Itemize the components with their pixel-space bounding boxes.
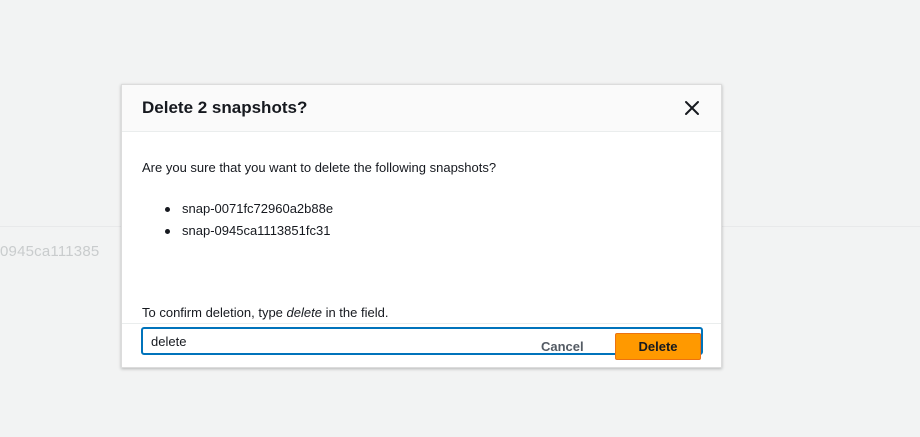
delete-button[interactable]: Delete xyxy=(615,333,701,360)
snapshot-list: snap-0071fc72960a2b88e snap-0945ca111385… xyxy=(162,198,333,242)
delete-snapshots-dialog: Delete 2 snapshots? Are you sure that yo… xyxy=(121,84,722,368)
list-item: snap-0071fc72960a2b88e xyxy=(162,198,333,220)
close-icon[interactable] xyxy=(683,99,701,117)
confirm-instruction: To confirm deletion, type delete in the … xyxy=(142,305,388,320)
dialog-title: Delete 2 snapshots? xyxy=(142,98,308,117)
dialog-body: Are you sure that you want to delete the… xyxy=(122,132,721,355)
dialog-footer: Cancel Delete xyxy=(122,323,721,368)
cancel-button[interactable]: Cancel xyxy=(527,333,598,360)
dialog-header: Delete 2 snapshots? xyxy=(122,85,721,132)
background-snapshot-id: 0945ca111385 xyxy=(0,243,100,260)
confirmation-question: Are you sure that you want to delete the… xyxy=(142,160,497,175)
confirm-keyword: delete xyxy=(286,305,322,320)
confirm-suffix: in the field. xyxy=(321,305,389,320)
confirm-prefix: To confirm deletion, type xyxy=(142,305,287,320)
list-item: snap-0945ca1113851fc31 xyxy=(162,220,333,242)
